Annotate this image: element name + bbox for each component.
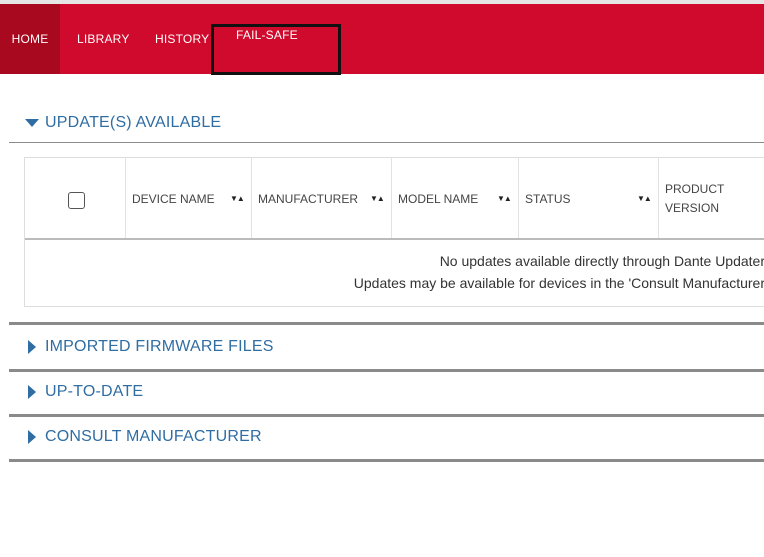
column-model-name[interactable]: MODEL NAME ▼▲ [392,158,519,238]
column-product-version[interactable]: PRODUCT VERSION [659,158,764,238]
highlight-annotation-box [211,24,341,75]
column-label: MODEL NAME [398,192,479,206]
select-all-checkbox[interactable] [68,192,85,209]
top-navigation-bar: HOME LIBRARY HISTORY FAIL-SAFE [0,4,764,74]
sort-icon[interactable]: ▼▲ [370,194,385,203]
column-label: MANUFACTURER [258,192,359,206]
updates-table: DEVICE NAME ▼▲ MANUFACTURER ▼▲ MODEL NAM… [24,157,764,307]
column-manufacturer[interactable]: MANUFACTURER ▼▲ [252,158,392,238]
sort-icon[interactable]: ▼▲ [230,194,245,203]
column-device-name[interactable]: DEVICE NAME ▼▲ [126,158,252,238]
caret-right-icon [28,385,36,399]
section-title: UP-TO-DATE [45,383,144,400]
column-label: STATUS [525,192,571,206]
section-up-to-date[interactable]: UP-TO-DATE [9,370,764,417]
section-title: UPDATE(S) AVAILABLE [45,114,222,131]
column-label-line1: PRODUCT [665,182,725,196]
empty-message-line1: No updates available directly through Da… [439,253,764,269]
caret-right-icon [28,340,36,354]
empty-message-line2: Updates may be available for devices in … [353,275,764,291]
caret-down-icon [25,119,39,127]
section-updates-available[interactable]: UPDATE(S) AVAILABLE [9,100,764,143]
nav-history[interactable]: HISTORY [155,4,209,74]
section-title: CONSULT MANUFACTURER [45,428,262,445]
header-select-all [25,158,126,238]
empty-table-message: No updates available directly through Da… [25,250,764,294]
section-consult-manufacturer[interactable]: CONSULT MANUFACTURER [9,415,764,462]
nav-library[interactable]: LIBRARY [77,4,130,74]
column-status[interactable]: STATUS ▼▲ [519,158,659,238]
section-imported-firmware-files[interactable]: IMPORTED FIRMWARE FILES [9,325,764,372]
caret-right-icon [28,430,36,444]
nav-home[interactable]: HOME [0,4,60,74]
section-title: IMPORTED FIRMWARE FILES [45,338,274,355]
sort-icon[interactable]: ▼▲ [637,194,652,203]
column-label-line2: VERSION [665,201,720,215]
column-label: PRODUCT VERSION [665,180,724,218]
column-label: DEVICE NAME [132,192,215,206]
table-header: DEVICE NAME ▼▲ MANUFACTURER ▼▲ MODEL NAM… [25,158,764,240]
sort-icon[interactable]: ▼▲ [497,194,512,203]
